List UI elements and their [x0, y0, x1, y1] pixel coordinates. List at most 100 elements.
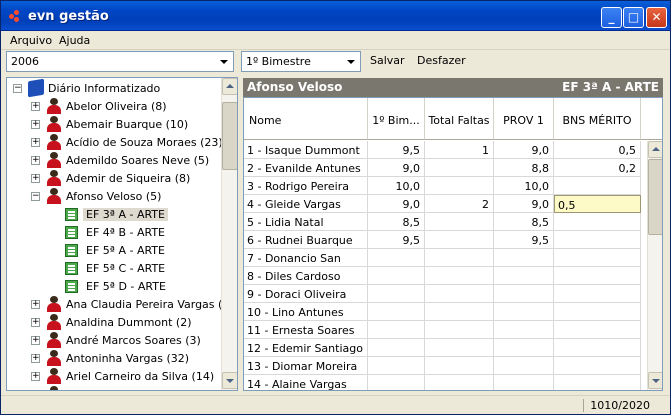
- grade-cell[interactable]: [494, 303, 554, 321]
- grade-cell[interactable]: 8,5: [494, 213, 554, 231]
- grid-scrollbar[interactable]: [647, 141, 662, 390]
- undo-button[interactable]: Desfazer: [417, 54, 466, 67]
- grade-cell[interactable]: 9,5: [368, 141, 425, 159]
- grade-cell[interactable]: [554, 321, 641, 339]
- scroll-down-button[interactable]: [648, 372, 662, 389]
- expand-icon[interactable]: +: [31, 354, 40, 363]
- grade-cell[interactable]: [554, 177, 641, 195]
- grade-cell[interactable]: 9,0: [368, 195, 425, 213]
- grid-column-header[interactable]: Total Faltas: [425, 98, 494, 140]
- grade-cell[interactable]: [554, 339, 641, 357]
- student-name-cell[interactable]: 2 - Evanilde Antunes: [244, 159, 368, 177]
- grade-cell[interactable]: [554, 303, 641, 321]
- expand-icon[interactable]: +: [31, 318, 40, 327]
- grade-cell[interactable]: 1: [425, 141, 494, 159]
- grade-cell[interactable]: 9,0: [494, 141, 554, 159]
- student-name-cell[interactable]: 12 - Edemir Santiago: [244, 339, 368, 357]
- tree-teacher[interactable]: + Ariel Carneiro da Silva (14): [11, 368, 226, 386]
- grade-cell[interactable]: [368, 267, 425, 285]
- grade-cell[interactable]: 0,5: [554, 141, 641, 159]
- grade-cell[interactable]: [368, 339, 425, 357]
- grade-cell[interactable]: [494, 267, 554, 285]
- grid-column-header[interactable]: PROV 1: [494, 98, 554, 140]
- grade-cell[interactable]: [425, 375, 494, 390]
- grade-cell[interactable]: [368, 249, 425, 267]
- expand-icon[interactable]: +: [31, 300, 40, 309]
- grade-cell[interactable]: [368, 285, 425, 303]
- minimize-button[interactable]: _: [601, 7, 622, 28]
- chevron-down-icon[interactable]: [216, 54, 231, 69]
- student-name-cell[interactable]: 13 - Diomar Moreira: [244, 357, 368, 375]
- grade-cell[interactable]: [554, 213, 641, 231]
- student-name-cell[interactable]: 3 - Rodrigo Pereira: [244, 177, 368, 195]
- expand-icon[interactable]: +: [31, 102, 40, 111]
- expand-icon[interactable]: +: [31, 120, 40, 129]
- grade-cell[interactable]: [494, 357, 554, 375]
- grade-cell[interactable]: [425, 177, 494, 195]
- scroll-thumb[interactable]: [222, 102, 237, 170]
- expand-icon[interactable]: +: [31, 174, 40, 183]
- student-name-cell[interactable]: 14 - Alaine Vargas: [244, 375, 368, 390]
- save-button[interactable]: Salvar: [370, 54, 405, 67]
- tree-class[interactable]: EF 3ª A - ARTE: [11, 206, 211, 224]
- grade-cell[interactable]: [425, 267, 494, 285]
- grade-cell[interactable]: [554, 375, 641, 390]
- grade-cell[interactable]: [425, 249, 494, 267]
- student-name-cell[interactable]: 10 - Lino Antunes: [244, 303, 368, 321]
- tree-scrollbar[interactable]: [221, 78, 237, 390]
- tree-root[interactable]: − Diário Informatizado: [11, 78, 211, 98]
- grade-cell[interactable]: 8,5: [368, 213, 425, 231]
- tree-class[interactable]: EF 5ª D - ARTE: [11, 278, 211, 296]
- grade-cell[interactable]: 8,8: [494, 159, 554, 177]
- grade-cell[interactable]: [368, 303, 425, 321]
- collapse-icon[interactable]: −: [31, 192, 40, 201]
- menu-ajuda[interactable]: Ajuda: [59, 34, 90, 47]
- expand-icon[interactable]: +: [31, 156, 40, 165]
- grade-cell[interactable]: [554, 267, 641, 285]
- grid-column-header[interactable]: BNS MÉRITO: [554, 98, 641, 140]
- grade-cell[interactable]: [425, 285, 494, 303]
- grade-cell[interactable]: 10,0: [368, 177, 425, 195]
- grade-cell[interactable]: 0,5: [554, 195, 641, 213]
- student-name-cell[interactable]: 8 - Diles Cardoso: [244, 267, 368, 285]
- tree-teacher[interactable]: + Abemair Buarque (10): [11, 116, 226, 134]
- expand-icon[interactable]: +: [31, 336, 40, 345]
- grade-cell[interactable]: [494, 339, 554, 357]
- student-name-cell[interactable]: 1 - Isaque Dummont: [244, 141, 368, 159]
- grade-cell[interactable]: 9,5: [368, 231, 425, 249]
- tree-teacher[interactable]: + André Marcos Soares (3): [11, 332, 226, 350]
- grade-cell[interactable]: [425, 339, 494, 357]
- grid-column-header[interactable]: Nome: [244, 98, 368, 140]
- scroll-up-button[interactable]: [222, 78, 237, 95]
- maximize-button[interactable]: □: [623, 7, 644, 28]
- grade-cell[interactable]: [368, 357, 425, 375]
- tree-class[interactable]: EF 5ª A - ARTE: [11, 242, 211, 260]
- close-button[interactable]: ✕: [646, 7, 667, 28]
- student-name-cell[interactable]: 5 - Lidia Natal: [244, 213, 368, 231]
- grade-cell[interactable]: [368, 321, 425, 339]
- chevron-down-icon[interactable]: [343, 54, 358, 69]
- collapse-icon[interactable]: −: [13, 84, 22, 93]
- tree-class[interactable]: EF 4ª B - ARTE: [11, 224, 211, 242]
- grade-cell[interactable]: 2: [425, 195, 494, 213]
- grade-cell[interactable]: 9,5: [494, 231, 554, 249]
- tree-teacher[interactable]: + Abelor Oliveira (8): [11, 98, 226, 116]
- grade-cell[interactable]: [425, 303, 494, 321]
- scroll-down-button[interactable]: [222, 372, 237, 389]
- menu-arquivo[interactable]: Arquivo: [10, 34, 52, 47]
- grade-cell[interactable]: [494, 285, 554, 303]
- tree-teacher[interactable]: + Ana Claudia Pereira Vargas (1): [11, 296, 234, 314]
- grade-cell[interactable]: 9,0: [494, 195, 554, 213]
- tree-teacher[interactable]: + Artur Fr...: [11, 386, 226, 390]
- grade-cell[interactable]: [425, 357, 494, 375]
- tree-teacher[interactable]: + Antoninha Vargas (32): [11, 350, 226, 368]
- grade-cell[interactable]: 10,0: [494, 177, 554, 195]
- expand-icon[interactable]: +: [31, 372, 40, 381]
- grade-cell[interactable]: [425, 159, 494, 177]
- student-name-cell[interactable]: 9 - Doraci Oliveira: [244, 285, 368, 303]
- grade-cell[interactable]: [494, 375, 554, 390]
- student-name-cell[interactable]: 7 - Donancio San: [244, 249, 368, 267]
- grade-cell[interactable]: 0,2: [554, 159, 641, 177]
- tree-class[interactable]: EF 5ª C - ARTE: [11, 260, 211, 278]
- grade-cell[interactable]: 9,0: [368, 159, 425, 177]
